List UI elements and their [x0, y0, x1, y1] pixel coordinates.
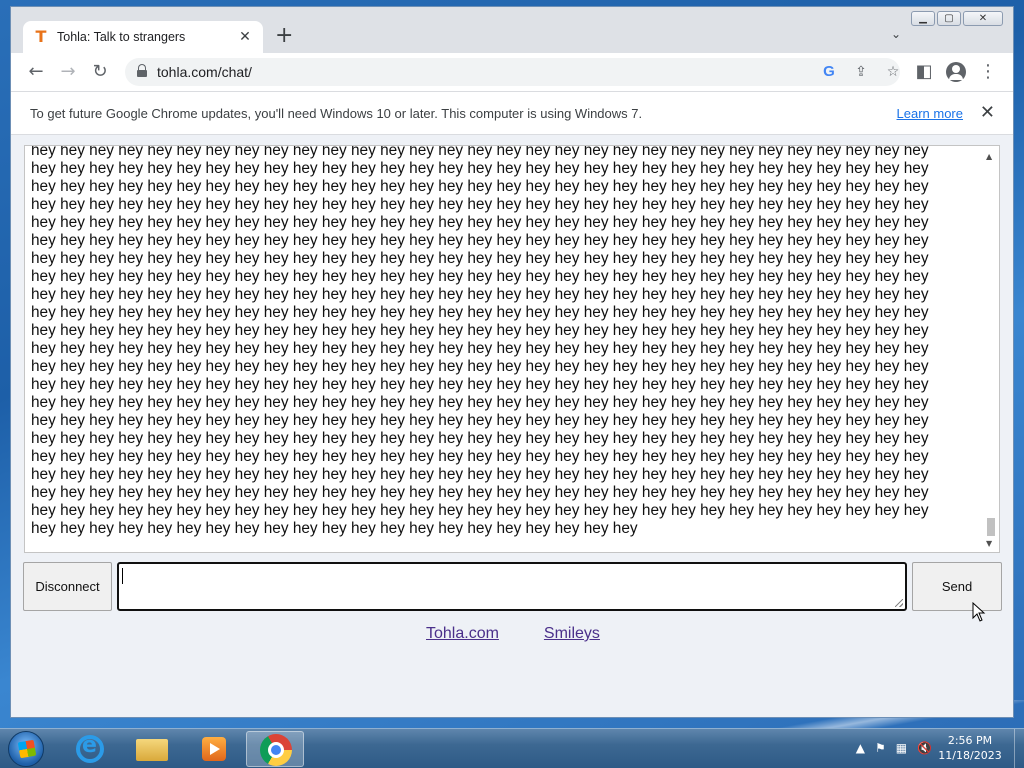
- taskbar: ▲ ⚑ ▦ 🔇 2:56 PM 11/18/2023: [0, 728, 1024, 768]
- chat-message-line: hey hey hey hey hey hey hey hey hey hey …: [31, 232, 929, 249]
- close-window-button[interactable]: ✕: [963, 11, 1003, 26]
- reload-icon[interactable]: ↻: [89, 61, 111, 83]
- share-icon[interactable]: ⇪: [851, 62, 871, 82]
- learn-more-link[interactable]: Learn more: [897, 106, 963, 121]
- minimize-button[interactable]: ▁: [911, 11, 935, 26]
- chat-page: hey hey hey hey hey hey hey hey hey hey …: [11, 135, 1013, 717]
- internet-explorer-icon: [76, 733, 104, 763]
- chrome-window: T Tohla: Talk to strangers ✕ + ⌄ ▁ ▢ ✕ ←…: [10, 6, 1014, 718]
- star-icon[interactable]: ☆: [883, 62, 903, 82]
- address-bar[interactable]: tohla.com/chat/ G ⇪ ☆: [125, 58, 900, 86]
- maximize-button[interactable]: ▢: [937, 11, 961, 26]
- google-icon[interactable]: G: [819, 62, 839, 82]
- chat-message-line: hey hey hey hey hey hey hey hey hey hey …: [31, 214, 929, 231]
- message-input[interactable]: [117, 562, 907, 611]
- footer-links: Tohla.com Smileys: [426, 625, 600, 643]
- chat-message-line: hey hey hey hey hey hey hey hey hey hey …: [31, 304, 929, 321]
- chat-message-line: hey hey hey hey hey hey hey hey hey hey …: [31, 196, 929, 213]
- forward-arrow-icon[interactable]: →: [57, 61, 79, 83]
- show-desktop-button[interactable]: [1014, 729, 1024, 768]
- window-controls: ▁ ▢ ✕: [911, 11, 1003, 26]
- start-button[interactable]: [8, 731, 44, 767]
- tab-strip: T Tohla: Talk to strangers ✕ + ⌄ ▁ ▢ ✕: [11, 7, 1013, 53]
- chat-message-line: hey hey hey hey hey hey hey hey hey hey …: [31, 466, 929, 483]
- kebab-menu-icon[interactable]: ⋮: [977, 61, 999, 83]
- scroll-thumb[interactable]: [987, 518, 995, 536]
- chat-message-line: hey hey hey hey hey hey hey hey hey hey …: [31, 412, 929, 429]
- chat-message-line: hey hey hey hey hey hey hey hey hey hey …: [31, 268, 929, 285]
- browser-toolbar: ← → ↻ tohla.com/chat/ G ⇪ ☆ ◧ ⋮: [11, 53, 1013, 91]
- chat-message-line: hey hey hey hey hey hey hey hey hey hey …: [31, 448, 929, 465]
- taskbar-media-player[interactable]: [184, 731, 242, 767]
- disconnect-button[interactable]: Disconnect: [23, 562, 112, 611]
- chat-messages: hey hey hey hey hey hey hey hey hey hey …: [31, 145, 971, 538]
- taskbar-chrome[interactable]: [246, 731, 304, 767]
- chat-scrollbar[interactable]: ▲ ▼: [982, 146, 999, 552]
- chat-message-line: hey hey hey hey hey hey hey hey hey hey …: [31, 145, 929, 159]
- scroll-down-icon[interactable]: ▼: [986, 539, 992, 548]
- folder-icon: [136, 739, 168, 761]
- chat-message-line: hey hey hey hey hey hey hey hey hey hey …: [31, 250, 929, 267]
- text-caret: [122, 568, 123, 584]
- resize-grip-icon[interactable]: [895, 599, 903, 607]
- taskbar-ie[interactable]: [60, 731, 118, 767]
- lock-icon[interactable]: [137, 64, 147, 78]
- chat-message-line: hey hey hey hey hey hey hey hey hey hey …: [31, 322, 929, 339]
- back-arrow-icon[interactable]: ←: [25, 61, 47, 83]
- chat-message-line: hey hey hey hey hey hey hey hey hey hey …: [31, 394, 929, 411]
- media-player-icon: [202, 737, 226, 761]
- chat-log[interactable]: hey hey hey hey hey hey hey hey hey hey …: [24, 145, 1000, 553]
- chat-message-line: hey hey hey hey hey hey hey hey hey hey …: [31, 484, 929, 501]
- chat-message-line: hey hey hey hey hey hey hey hey hey hey …: [31, 376, 929, 393]
- clock-date: 11/18/2023: [938, 749, 1002, 762]
- chat-message-line: hey hey hey hey hey hey hey hey hey hey …: [31, 178, 929, 195]
- tab-tohla[interactable]: T Tohla: Talk to strangers ✕: [23, 21, 263, 53]
- system-tray: ▲ ⚑ ▦ 🔇: [856, 741, 932, 755]
- update-infobar: To get future Google Chrome updates, you…: [11, 91, 1013, 135]
- show-hidden-icons-icon[interactable]: ▲: [856, 741, 865, 755]
- infobar-close-icon[interactable]: ✕: [980, 102, 995, 123]
- chat-message-line: hey hey hey hey hey hey hey hey hey hey …: [31, 358, 929, 375]
- chat-message-line: hey hey hey hey hey hey hey hey hey hey …: [31, 286, 929, 303]
- tohla-home-link[interactable]: Tohla.com: [426, 625, 499, 643]
- infobar-message: To get future Google Chrome updates, you…: [30, 106, 643, 121]
- chat-message-line: hey hey hey hey hey hey hey hey hey hey …: [31, 502, 929, 519]
- chat-message-line: hey hey hey hey hey hey hey hey hey hey …: [31, 160, 929, 177]
- action-center-icon[interactable]: ⚑: [875, 741, 886, 755]
- tab-close-icon[interactable]: ✕: [237, 29, 253, 45]
- scroll-up-icon[interactable]: ▲: [986, 152, 992, 161]
- send-button[interactable]: Send: [912, 562, 1002, 611]
- tab-search-chevron-icon[interactable]: ⌄: [891, 27, 901, 41]
- clock-time: 2:56 PM: [947, 734, 993, 747]
- chat-message-line: hey hey hey hey hey hey hey hey hey hey …: [31, 340, 929, 357]
- tohla-favicon-icon: T: [35, 27, 47, 46]
- taskbar-explorer[interactable]: [122, 731, 180, 767]
- network-icon[interactable]: ▦: [896, 741, 907, 755]
- url-text: tohla.com/chat/: [157, 64, 252, 80]
- tab-title: Tohla: Talk to strangers: [57, 30, 186, 44]
- profile-icon[interactable]: [946, 62, 966, 82]
- mouse-cursor-icon: [972, 602, 986, 622]
- side-panel-icon[interactable]: ◧: [913, 61, 935, 83]
- chrome-icon: [260, 734, 292, 766]
- chat-message-line: hey hey hey hey hey hey hey hey hey hey …: [31, 520, 638, 537]
- new-tab-icon[interactable]: +: [275, 25, 293, 47]
- windows-logo-icon: [17, 739, 37, 759]
- smileys-link[interactable]: Smileys: [544, 625, 600, 643]
- clock[interactable]: 2:56 PM 11/18/2023: [930, 733, 1010, 763]
- chat-message-line: hey hey hey hey hey hey hey hey hey hey …: [31, 430, 929, 447]
